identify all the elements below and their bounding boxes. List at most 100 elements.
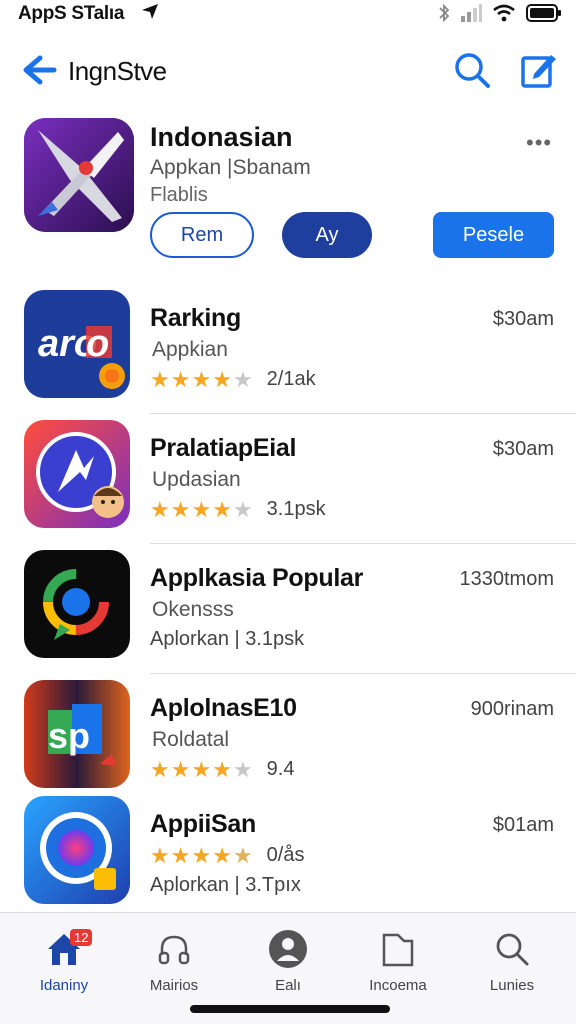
person-circle-icon <box>269 930 307 968</box>
app-price[interactable]: 1330tmom <box>460 568 555 591</box>
tab-label: Incoema <box>369 977 427 994</box>
featured-app: Indonasian ••• Appkan |Sbanam Flablis Re… <box>0 118 576 268</box>
bluetooth-icon <box>439 3 450 23</box>
app-price[interactable]: $30am <box>493 438 554 461</box>
app-meta-text: Aplorkan | 3.1psk <box>150 628 305 650</box>
signal-icon <box>461 4 482 22</box>
app-meta: Aplorkan | 3.Tpıx <box>150 874 301 897</box>
star-icon: ★ <box>232 496 253 522</box>
list-item[interactable]: aro o Rarking Appkian ★ ★ ★ ★ ★ 2/1ak $3… <box>0 284 576 414</box>
star-icon: ★ <box>191 366 212 392</box>
headphones-icon <box>158 935 190 965</box>
star-icon: ★ <box>191 756 212 782</box>
tab-home[interactable]: 12 Idaniny <box>12 923 116 1013</box>
home-indicator[interactable] <box>190 1005 390 1013</box>
sd-logo-icon: sp <box>24 680 130 788</box>
star-icon: ★ <box>232 756 253 782</box>
app-name: AplolnasE10 <box>150 694 297 722</box>
featured-app-icon[interactable] <box>24 118 134 232</box>
pesele-button[interactable]: Pesele <box>433 212 554 258</box>
tab-label: Ealı <box>275 977 301 994</box>
tab-label: Idaniny <box>39 977 89 994</box>
app-list: aro o Rarking Appkian ★ ★ ★ ★ ★ 2/1ak $3… <box>0 284 576 920</box>
star-icon: ★ <box>212 496 232 522</box>
svg-text:o: o <box>86 323 109 365</box>
x-logo-icon <box>24 118 134 232</box>
star-icon: ★ <box>232 842 253 868</box>
review-count: 0/ås <box>266 844 305 866</box>
star-icon: ★ <box>212 842 232 868</box>
app-subtitle: Appkian <box>152 338 228 361</box>
app-price[interactable]: 900rinam <box>471 698 554 721</box>
review-count: 3.1psk <box>266 498 326 520</box>
featured-app-category: Flablis <box>150 184 208 206</box>
folder-icon <box>382 933 414 967</box>
rating-stars: ★ ★ ★ ★ ★ <box>150 366 253 392</box>
list-item[interactable]: AppiiSan ★ ★ ★ ★ ★ 0/ås Aplorkan | 3.Tpı… <box>0 790 576 920</box>
tab-label: Mairios <box>149 977 199 994</box>
featured-app-subtitle: Appkan |Sbanam <box>150 156 311 179</box>
battery-icon <box>526 4 561 22</box>
app-price[interactable]: $01am <box>493 814 554 837</box>
app-name: Applkasia Popular <box>150 564 364 592</box>
star-icon: ★ <box>170 366 191 392</box>
app-meta: Aplorkan | 3.1psk <box>150 628 304 651</box>
aro-logo-icon: aro o <box>24 290 130 398</box>
app-rating: ★ ★ ★ ★ ★ 2/1ak <box>150 368 316 391</box>
map-pin-ring-icon <box>24 550 130 658</box>
app-name: PralatiapEial <box>150 434 297 462</box>
app-name: AppiiSan <box>150 810 256 838</box>
svg-text:sp: sp <box>48 715 90 756</box>
review-count: 9.4 <box>266 758 295 780</box>
wifi-icon <box>493 4 515 22</box>
app-name: Rarking <box>150 304 241 332</box>
star-icon: ★ <box>191 842 212 868</box>
tab-incoema[interactable]: Incoema <box>346 923 450 1013</box>
star-icon: ★ <box>191 496 212 522</box>
search-icon[interactable] <box>452 50 492 90</box>
star-icon: ★ <box>170 496 191 522</box>
tab-lunies[interactable]: Lunies <box>460 923 564 1013</box>
carrier-label: AppS STalıa <box>18 3 125 24</box>
star-icon: ★ <box>170 842 191 868</box>
search-icon <box>496 933 529 966</box>
star-icon: ★ <box>170 756 191 782</box>
back-chevron-icon[interactable] <box>20 52 60 88</box>
app-meta-text: Aplorkan | 3.Tpıx <box>150 874 301 896</box>
star-icon: ★ <box>150 756 170 782</box>
tab-eali[interactable]: Ealı <box>236 923 340 1013</box>
review-count: 2/1ak <box>266 368 316 390</box>
status-bar: AppS STalıa <box>0 0 576 30</box>
star-icon: ★ <box>212 756 232 782</box>
app-rating: ★ ★ ★ ★ ★ 3.1psk <box>150 498 326 521</box>
list-item[interactable]: PralatiapEial Updasian ★ ★ ★ ★ ★ 3.1psk … <box>0 414 576 544</box>
tab-mairios[interactable]: Mairios <box>122 923 226 1013</box>
location-arrow-icon <box>142 4 158 19</box>
star-icon: ★ <box>150 366 170 392</box>
compose-icon[interactable] <box>518 50 558 90</box>
star-icon: ★ <box>150 496 170 522</box>
app-subtitle: Okensss <box>152 598 234 621</box>
featured-app-title: Indonasian <box>150 122 293 152</box>
more-options-icon[interactable]: ••• <box>526 130 552 156</box>
star-icon: ★ <box>150 842 170 868</box>
list-item[interactable]: Applkasia Popular Okensss Aplorkan | 3.1… <box>0 544 576 674</box>
tab-bar: 12 Idaniny Mairios Ealı Incoema Lunies <box>0 912 576 1024</box>
ay-button[interactable]: Ay <box>282 212 372 258</box>
camera-circle-icon <box>24 796 130 904</box>
app-rating: ★ ★ ★ ★ ★ 0/ås <box>150 844 304 867</box>
app-subtitle: Roldatal <box>152 728 230 751</box>
star-icon: ★ <box>212 366 232 392</box>
rating-stars: ★ ★ ★ ★ ★ <box>150 756 253 782</box>
notification-badge: 12 <box>70 929 93 946</box>
page-title: IngnStve <box>68 56 167 86</box>
tab-label: Lunies <box>489 977 535 994</box>
compass-a-icon <box>24 420 130 528</box>
star-icon: ★ <box>232 366 253 392</box>
list-item[interactable]: sp AplolnasE10 Roldatal ★ ★ ★ ★ ★ 9.4 90… <box>0 674 576 804</box>
rating-stars: ★ ★ ★ ★ ★ <box>150 496 253 522</box>
app-subtitle: Updasian <box>152 468 241 491</box>
rem-button[interactable]: Rem <box>150 212 254 258</box>
app-rating: ★ ★ ★ ★ ★ 9.4 <box>150 758 294 781</box>
app-price[interactable]: $30am <box>493 308 554 331</box>
